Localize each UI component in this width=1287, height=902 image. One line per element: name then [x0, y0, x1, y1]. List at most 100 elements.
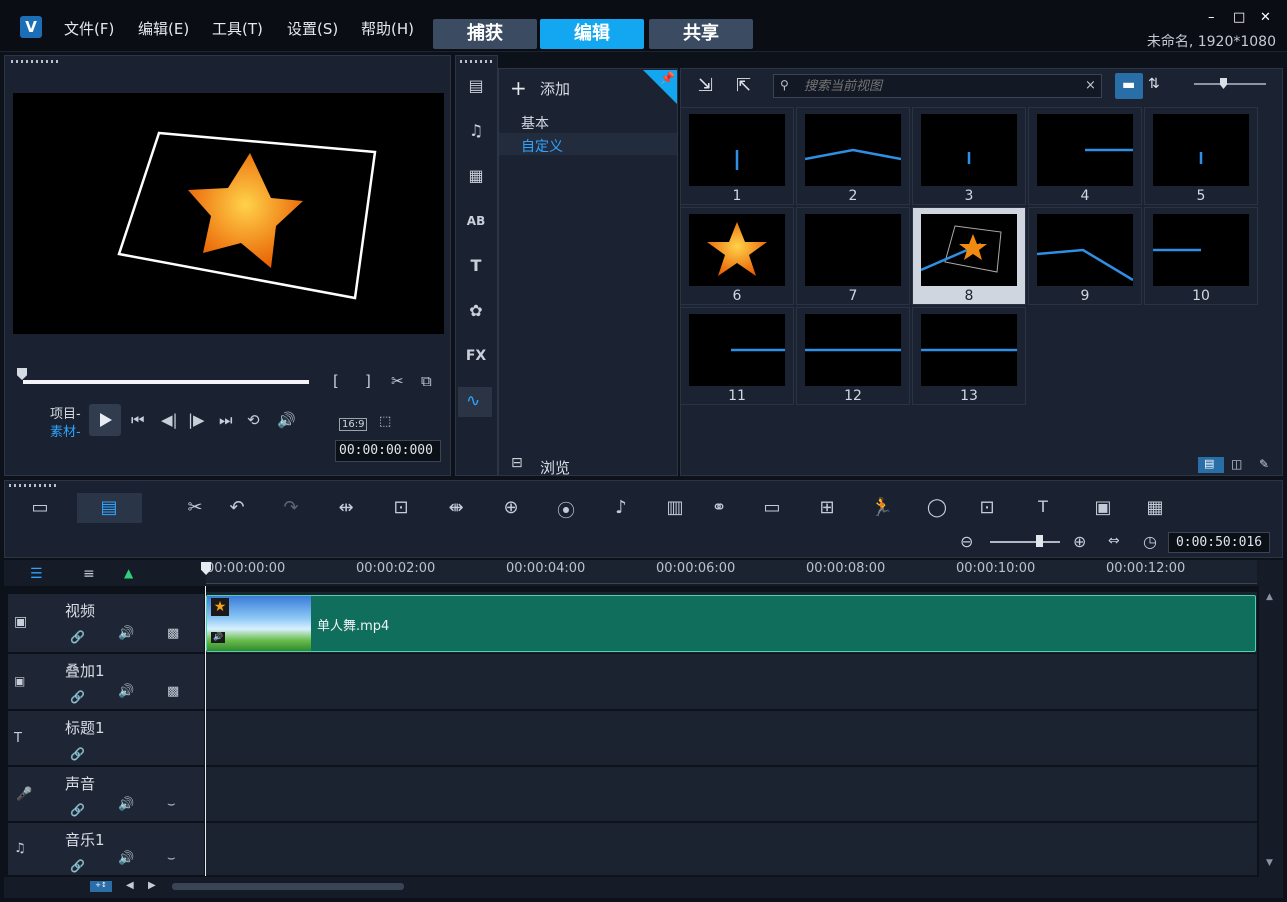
search-box[interactable]: ⚲ × — [773, 74, 1102, 98]
search-clear[interactable]: × — [1085, 78, 1096, 93]
mute-icon[interactable]: 🔊 — [118, 797, 134, 812]
thumbnail[interactable]: 9 — [1028, 207, 1142, 305]
timeline-icon[interactable]: ▤ — [94, 497, 124, 518]
fit-icon[interactable]: ⇹ — [331, 497, 361, 518]
thumbnail[interactable]: 2 — [796, 107, 910, 205]
audio-mix-icon[interactable]: ♪ — [606, 497, 636, 518]
storyboard-icon[interactable]: ▭ — [25, 497, 55, 518]
panel-grip[interactable] — [11, 60, 59, 63]
panel-grip[interactable] — [9, 484, 57, 487]
thumbnail-view-button[interactable]: ▬ — [1115, 73, 1143, 99]
instant-project-icon[interactable]: ▦ — [461, 163, 491, 189]
audio-duck-icon[interactable]: ⌣ — [167, 797, 176, 812]
category-basic[interactable]: 基本 — [521, 113, 549, 133]
title-3d-icon[interactable]: T — [1028, 497, 1058, 516]
horizontal-scrollbar[interactable] — [172, 883, 404, 890]
zoom-handle[interactable] — [1036, 535, 1043, 547]
screen-capture-icon[interactable]: ▦ — [1140, 497, 1170, 518]
library-view-button[interactable]: ▤ — [1198, 457, 1224, 473]
thumbnail[interactable]: 3 — [912, 107, 1026, 205]
fx-icon[interactable]: FX — [461, 343, 491, 369]
mark-out-icon[interactable]: ] — [365, 372, 371, 390]
menu-help[interactable]: 帮助(H) — [361, 18, 414, 39]
audio-duck-icon[interactable]: ⌣ — [167, 851, 176, 866]
split-icon[interactable]: ⇼ — [441, 497, 471, 518]
category-custom-row[interactable]: 自定义 — [499, 133, 677, 155]
mark-in-icon[interactable]: [ — [333, 372, 339, 390]
link-icon[interactable]: 🔗 — [70, 859, 85, 873]
enlarge-icon[interactable]: ⧉ — [421, 372, 432, 390]
thumbnail[interactable]: 13 — [912, 307, 1026, 405]
zoom-out-icon[interactable]: ⊖ — [960, 532, 973, 551]
split-view-icon[interactable]: ◫ — [1231, 457, 1242, 471]
menu-tools[interactable]: 工具(T) — [212, 18, 263, 39]
scroll-right-icon[interactable]: ▶ — [148, 880, 156, 891]
tools-icon[interactable]: ✂ — [180, 497, 210, 518]
blend-icon[interactable]: ▩ — [167, 684, 179, 699]
add-track-icon[interactable]: ≡ — [83, 566, 95, 582]
track-lane-overlay[interactable] — [206, 654, 1257, 710]
aspect-ratio[interactable]: 16:9 — [339, 418, 368, 431]
export-icon[interactable]: ⇱ — [736, 75, 751, 96]
track-height-icon[interactable]: +↕ — [90, 881, 112, 892]
transition-icon[interactable]: AB — [461, 208, 491, 234]
close-button[interactable]: ✕ — [1260, 10, 1271, 25]
track-header-title[interactable]: T 标题1 🔗 — [8, 711, 204, 766]
thumbnail[interactable]: 12 — [796, 307, 910, 405]
browse-label[interactable]: 浏览 — [540, 457, 570, 478]
link-icon[interactable]: 🔗 — [70, 747, 85, 761]
tab-share[interactable]: 共享 — [649, 19, 753, 49]
track-header-music[interactable]: ♫ 音乐1 🔗 🔊 ⌣ — [8, 823, 204, 876]
import-icon[interactable]: ⇲ — [698, 75, 713, 96]
project-duration[interactable]: 0:00:50:016 — [1168, 532, 1270, 553]
thumbnail[interactable]: 5 — [1144, 107, 1258, 205]
thumbnail[interactable]: 11 — [680, 307, 794, 405]
trim-icon[interactable]: ⊡ — [386, 497, 416, 518]
thumbnail[interactable]: 6 — [680, 207, 794, 305]
track-header-voice[interactable]: 🎤 声音 🔗 🔊 ⌣ — [8, 767, 204, 822]
path-tab[interactable]: ∿ — [458, 387, 492, 417]
scrubber-handle[interactable] — [17, 368, 27, 380]
timecode-display[interactable]: 00:00:00:000 — [335, 440, 441, 462]
mute-icon[interactable]: 🔊 — [118, 626, 134, 641]
thumbnail[interactable]: 7 — [796, 207, 910, 305]
prev-frame-icon[interactable]: ◀| — [161, 411, 178, 429]
thumbnail[interactable]: 10 — [1144, 207, 1258, 305]
mute-icon[interactable]: 🔊 — [118, 684, 134, 699]
link-icon[interactable]: 🔗 — [70, 803, 85, 817]
minimize-button[interactable]: – — [1208, 10, 1215, 25]
mode-project[interactable]: 项目- — [50, 403, 81, 422]
scroll-left-icon[interactable]: ◀ — [126, 880, 134, 891]
subtitle-icon[interactable]: ▭ — [757, 497, 787, 518]
tab-edit[interactable]: 编辑 — [540, 19, 644, 49]
tab-capture[interactable]: 捕获 — [433, 19, 537, 49]
home-icon[interactable]: ⏮ — [131, 411, 145, 429]
zoom-in-icon[interactable]: ⊕ — [1073, 532, 1086, 551]
browse-icon[interactable]: ⊟ — [511, 455, 523, 471]
link-icon[interactable]: 🔗 — [70, 690, 85, 704]
blend-icon[interactable]: ▩ — [167, 626, 179, 641]
add-icon[interactable]: + — [510, 76, 527, 100]
undo-icon[interactable]: ↶ — [222, 497, 252, 518]
menu-settings[interactable]: 设置(S) — [287, 18, 338, 39]
track-lane-voice[interactable] — [206, 767, 1257, 822]
scroll-down-icon[interactable]: ▼ — [1266, 858, 1273, 868]
panel-grip[interactable] — [460, 60, 494, 63]
end-icon[interactable]: ⏭ — [219, 411, 233, 429]
maximize-button[interactable]: □ — [1233, 10, 1245, 25]
vertical-scrollbar[interactable]: ▲ ▼ — [1259, 586, 1283, 878]
thumb-size-slider[interactable] — [1194, 83, 1266, 85]
link-icon[interactable]: 🔗 — [70, 630, 85, 644]
graphics-icon[interactable]: ✿ — [461, 298, 491, 324]
thumbnail[interactable]: 4 — [1028, 107, 1142, 205]
crop-icon[interactable]: ⬚ — [379, 414, 391, 429]
fit-timeline-icon[interactable]: ⇔ — [1108, 533, 1120, 549]
record-icon[interactable]: ⦿ — [551, 497, 581, 523]
next-frame-icon[interactable]: |▶ — [188, 411, 205, 429]
marker-icon[interactable]: ▲ — [124, 566, 133, 580]
smart-fit-icon[interactable]: ⊡ — [972, 497, 1002, 518]
track-lane-music[interactable] — [206, 823, 1257, 876]
multi-cam-icon[interactable]: ▥ — [660, 497, 690, 518]
search-input[interactable] — [804, 77, 1074, 95]
mute-icon[interactable]: 🔊 — [118, 851, 134, 866]
